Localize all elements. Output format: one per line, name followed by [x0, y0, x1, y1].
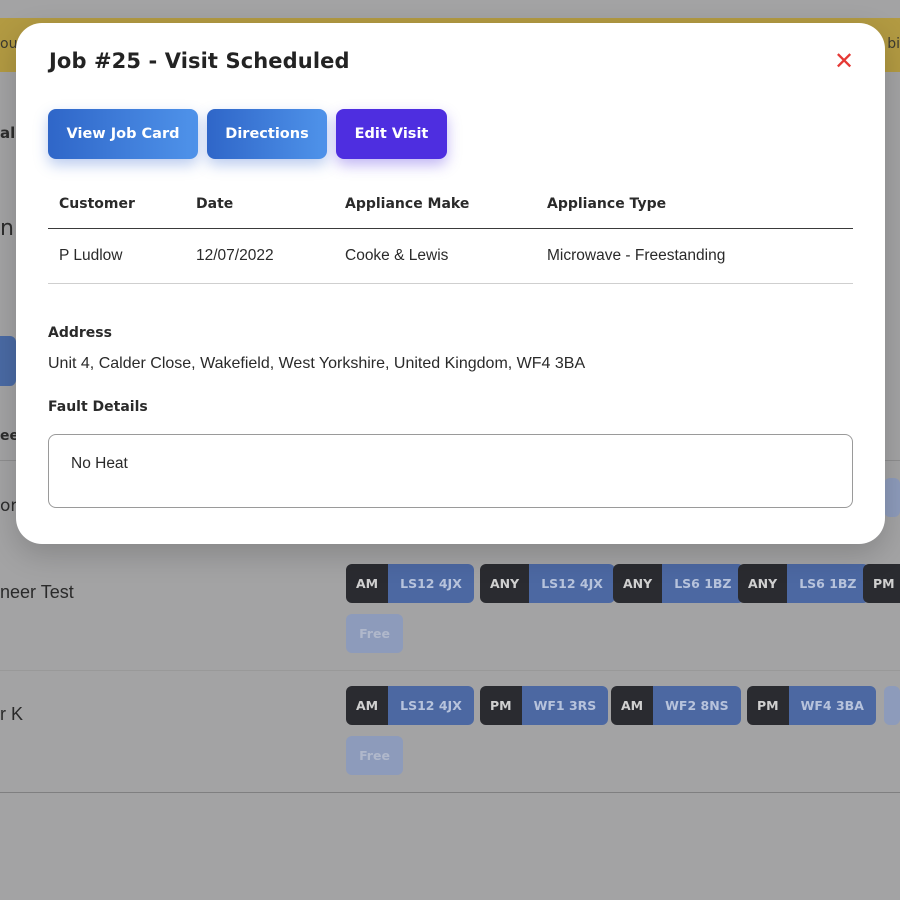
- slot-chip-partial: [884, 478, 900, 517]
- background-tab: [0, 336, 16, 386]
- view-job-card-button[interactable]: View Job Card: [48, 109, 198, 159]
- free-slot-button[interactable]: Free: [346, 614, 403, 653]
- edit-visit-button[interactable]: Edit Visit: [336, 109, 447, 159]
- engineer-name: neer Test: [0, 582, 74, 602]
- column-header-date: Date: [185, 181, 334, 229]
- column-header-customer: Customer: [48, 181, 185, 229]
- banner-text-fragment-right: bi: [887, 36, 900, 52]
- appliance-make-cell: Cooke & Lewis: [334, 228, 536, 284]
- visit-slot[interactable]: ANY LS12 4JX: [480, 564, 615, 603]
- customer-cell: P Ludlow: [48, 228, 185, 284]
- fault-details-box: No Heat: [48, 434, 853, 508]
- column-header-appliance-make: Appliance Make: [334, 181, 536, 229]
- visit-slot[interactable]: PM WF1 3RS: [480, 686, 609, 725]
- engineer-row: r K AM LS12 4JX PM WF1 3RS AM WF2 8NS PM…: [0, 670, 900, 792]
- visit-slot[interactable]: AM WF2 8NS: [611, 686, 741, 725]
- address-text: Unit 4, Calder Close, Wakefield, West Yo…: [48, 355, 586, 372]
- visit-slot[interactable]: PM WF4 3BA: [747, 686, 876, 725]
- visit-slot[interactable]: AM LS12 4JX: [346, 564, 474, 603]
- visit-slot[interactable]: ANY LS6 1BZ: [738, 564, 869, 603]
- banner-text-fragment: ou: [0, 36, 18, 52]
- appliance-type-cell: Microwave - Freestanding: [536, 228, 853, 284]
- row-fragment: or: [0, 496, 18, 516]
- fault-details-label: Fault Details: [48, 399, 148, 415]
- heading-fragment: n: [0, 216, 14, 241]
- job-details-table: Customer Date Appliance Make Appliance T…: [48, 181, 853, 284]
- free-slot-button[interactable]: Free: [346, 736, 403, 775]
- engineer-row: neer Test AM LS12 4JX ANY LS12 4JX ANY L…: [0, 548, 900, 670]
- job-visit-modal: Job #25 - Visit Scheduled ✕ View Job Car…: [16, 23, 885, 544]
- visit-slot[interactable]: ANY LS6 1BZ: [613, 564, 744, 603]
- column-header-appliance-type: Appliance Type: [536, 181, 853, 229]
- address-label: Address: [48, 325, 112, 341]
- modal-title: Job #25 - Visit Scheduled: [49, 49, 350, 73]
- table-row: P Ludlow 12/07/2022 Cooke & Lewis Microw…: [48, 228, 853, 284]
- date-cell: 12/07/2022: [185, 228, 334, 284]
- visit-slot-partial[interactable]: PM: [863, 564, 900, 603]
- slot-chip-partial: [884, 686, 900, 725]
- divider: [0, 792, 900, 793]
- close-icon[interactable]: ✕: [830, 47, 858, 75]
- directions-button[interactable]: Directions: [207, 109, 327, 159]
- engineer-name: r K: [0, 704, 24, 724]
- visit-slot[interactable]: AM LS12 4JX: [346, 686, 474, 725]
- nav-fragment: al: [0, 124, 16, 142]
- table-header-row: Customer Date Appliance Make Appliance T…: [48, 181, 853, 229]
